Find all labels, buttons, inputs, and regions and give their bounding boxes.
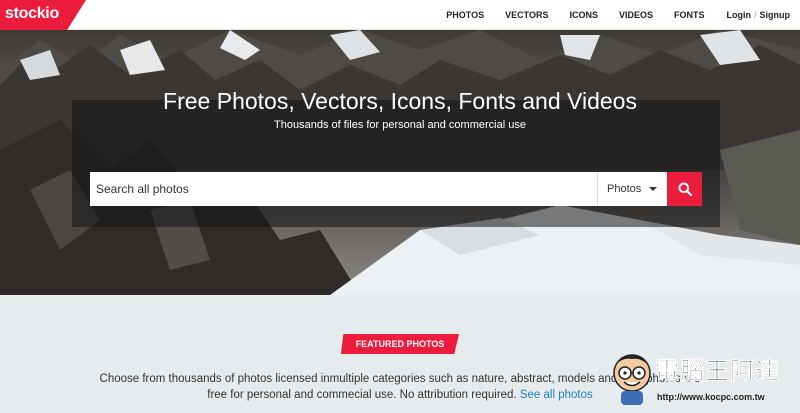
search-icon (678, 182, 692, 196)
hero-title: Free Photos, Vectors, Icons, Fonts and V… (163, 88, 637, 114)
featured-photos-badge: FEATURED PHOTOS (341, 334, 459, 354)
auth-links: Login / Signup (726, 10, 790, 20)
watermark: 電腦王阿達 http://www.kocpc.com.tw (607, 347, 799, 413)
stockio-logo[interactable]: stockio (0, 0, 86, 30)
login-link[interactable]: Login (726, 10, 751, 20)
search-input[interactable] (90, 172, 595, 206)
search-button[interactable] (667, 172, 702, 206)
top-navbar: stockio PHOTOS VECTORS ICONS VIDEOS FONT… (0, 0, 800, 30)
nav-fonts[interactable]: FONTS (674, 10, 705, 20)
signup-link[interactable]: Signup (760, 10, 791, 20)
logo-text: stockio (5, 5, 59, 22)
description-line-2: free for personal and commecial use. No … (207, 389, 517, 401)
watermark-url: http://www.kocpc.com.tw (657, 392, 765, 402)
auth-separator: / (753, 10, 757, 20)
caret-down-icon (649, 187, 658, 191)
nav-photos[interactable]: PHOTOS (446, 10, 484, 20)
main-menu: PHOTOS VECTORS ICONS VIDEOS FONTS Login /… (425, 0, 790, 30)
description-line-1: Choose from thousands of photos licensed… (99, 373, 643, 385)
nav-icons[interactable]: ICONS (569, 10, 598, 20)
hero-subtitle: Thousands of files for personal and comm… (274, 119, 526, 131)
search-type-label: Photos (607, 183, 642, 195)
search-type-dropdown[interactable]: Photos (597, 172, 667, 206)
nav-videos[interactable]: VIDEOS (619, 10, 653, 20)
search-bar: Photos (90, 172, 667, 206)
see-all-photos-link[interactable]: See all photos (520, 389, 593, 401)
hero-banner (0, 30, 800, 295)
nav-vectors[interactable]: VECTORS (505, 10, 548, 20)
watermark-name: 電腦王阿達 (655, 358, 780, 386)
mascot-face-icon (613, 354, 651, 405)
